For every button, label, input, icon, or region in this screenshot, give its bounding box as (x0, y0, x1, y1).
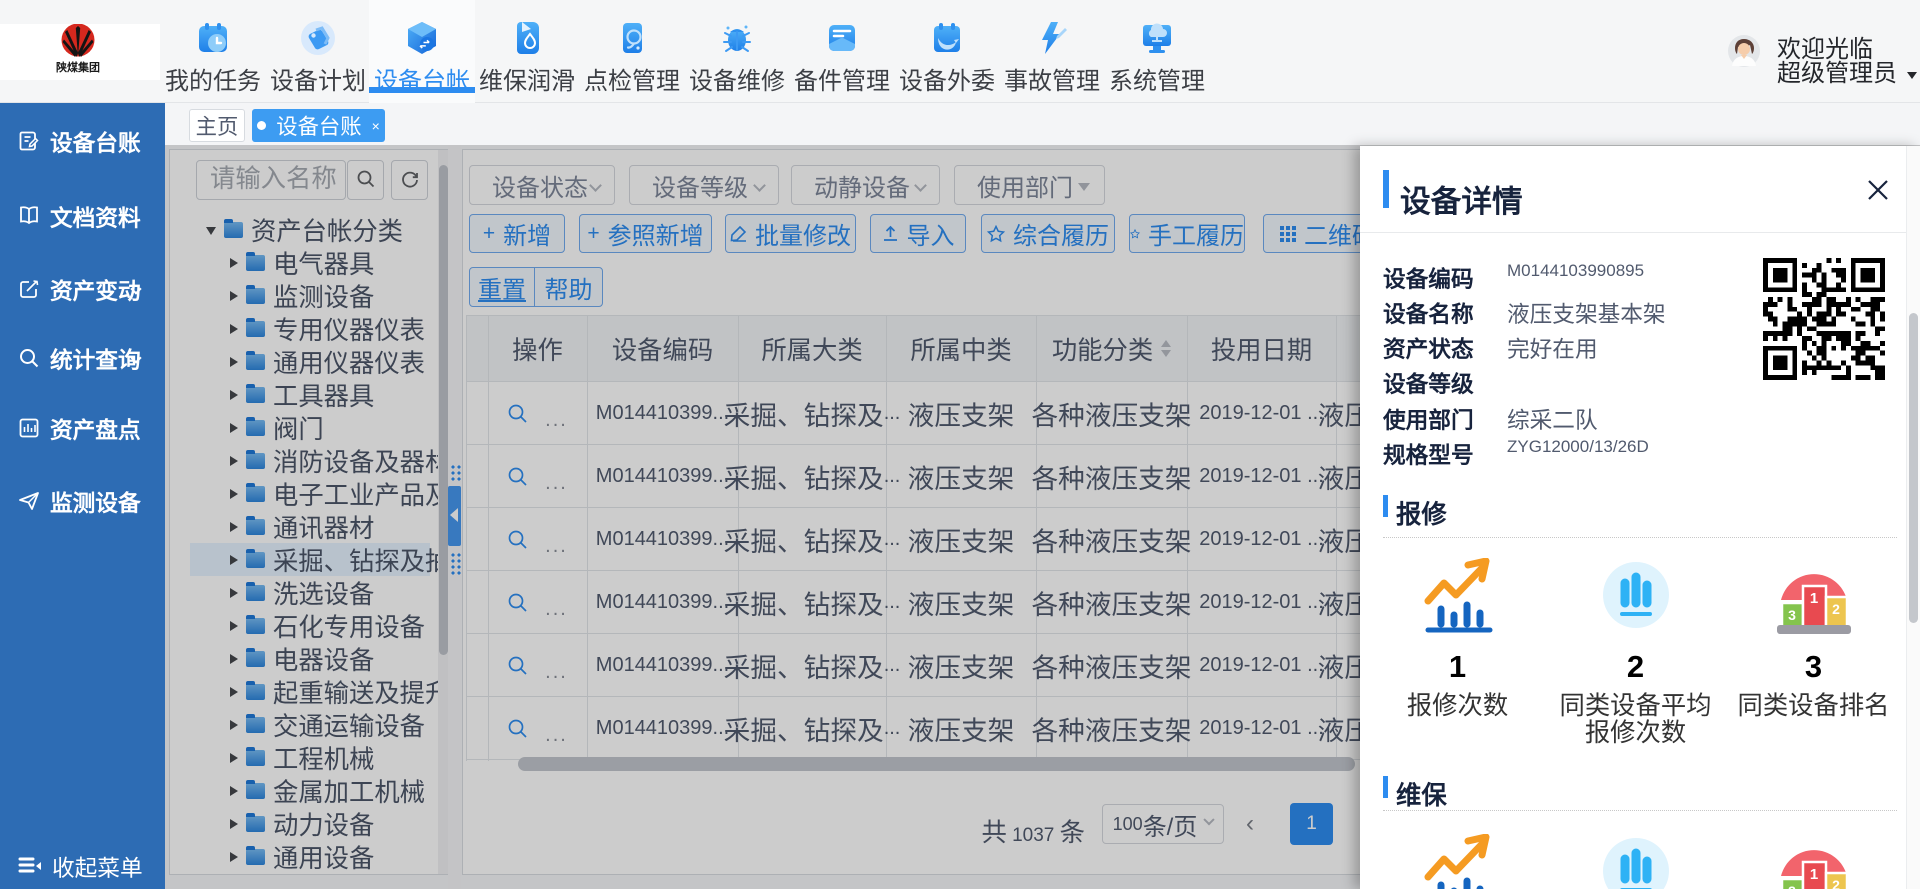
svg-text:3: 3 (1788, 607, 1796, 623)
svg-text:陕煤集团: 陕煤集团 (56, 60, 100, 74)
svg-text:1: 1 (1809, 590, 1817, 607)
svg-text:2: 2 (1832, 601, 1840, 617)
svg-text:2: 2 (1832, 877, 1840, 889)
svg-text:3: 3 (1788, 883, 1796, 889)
svg-text:1: 1 (1809, 866, 1817, 883)
